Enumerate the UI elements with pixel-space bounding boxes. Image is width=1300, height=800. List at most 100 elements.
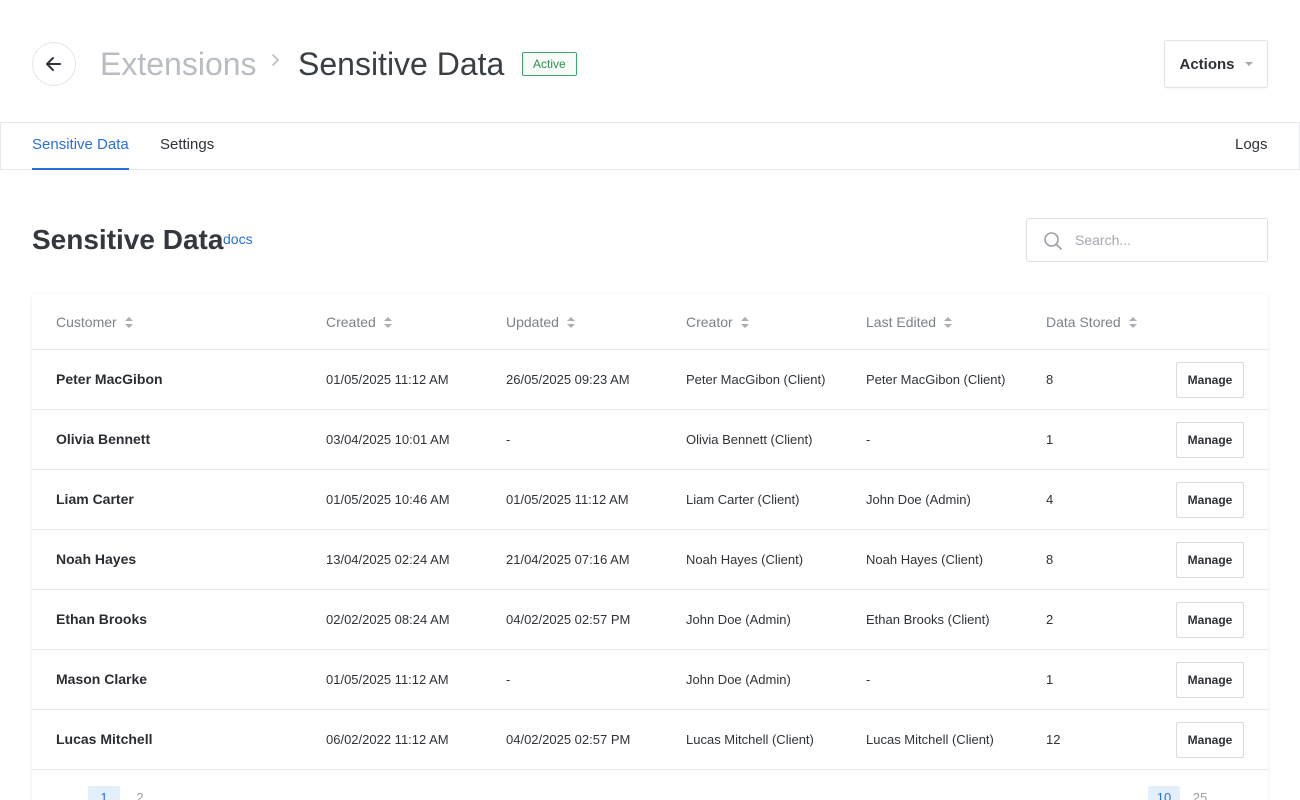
sort-icon xyxy=(124,316,133,328)
actions-dropdown-button[interactable]: Actions xyxy=(1164,40,1268,88)
manage-button[interactable]: Manage xyxy=(1176,602,1244,638)
tab-bar: Sensitive Data Settings Logs xyxy=(0,122,1300,170)
data-stored-count: 4 xyxy=(1046,492,1054,507)
table-row: Peter MacGibon 01/05/2025 11:12 AM 26/05… xyxy=(32,350,1268,410)
customer-name: Ethan Brooks xyxy=(56,611,148,627)
data-stored-count: 8 xyxy=(1046,552,1054,567)
creator: Noah Hayes (Client) xyxy=(686,552,804,567)
created-date: 01/05/2025 11:12 AM xyxy=(326,672,449,687)
arrow-left-icon xyxy=(46,57,61,71)
customer-name: Lucas Mitchell xyxy=(56,731,153,747)
table-row: Mason Clarke 01/05/2025 11:12 AM - John … xyxy=(32,650,1268,710)
page-size-25[interactable]: 25 xyxy=(1184,786,1216,800)
manage-button[interactable]: Manage xyxy=(1176,422,1244,458)
updated-date: 21/04/2025 07:16 AM xyxy=(506,552,630,567)
table-row: Lucas Mitchell 06/02/2022 11:12 AM 04/02… xyxy=(32,710,1268,770)
data-stored-count: 8 xyxy=(1046,372,1054,387)
customer-name: Mason Clarke xyxy=(56,671,148,687)
column-header-last-edited[interactable]: Last Edited xyxy=(866,314,953,330)
created-date: 01/05/2025 10:46 AM xyxy=(326,492,450,507)
last-edited: Noah Hayes (Client) xyxy=(866,552,984,567)
column-label: Creator xyxy=(686,314,733,330)
creator: John Doe (Admin) xyxy=(686,672,791,687)
column-label: Last Edited xyxy=(866,314,937,330)
last-edited: Ethan Brooks (Client) xyxy=(866,612,990,627)
updated-date: 26/05/2025 09:23 AM xyxy=(506,372,630,387)
docs-link[interactable]: docs xyxy=(223,231,253,247)
manage-button[interactable]: Manage xyxy=(1176,482,1244,518)
page-size-10[interactable]: 10 xyxy=(1148,786,1180,800)
data-stored-count: 1 xyxy=(1046,672,1054,687)
created-date: 13/04/2025 02:24 AM xyxy=(326,552,450,567)
creator: Lucas Mitchell (Client) xyxy=(686,732,814,747)
last-edited: - xyxy=(866,432,871,447)
actions-label: Actions xyxy=(1179,55,1235,73)
manage-button[interactable]: Manage xyxy=(1176,362,1244,398)
chevron-right-icon xyxy=(272,54,280,66)
column-header-updated[interactable]: Updated xyxy=(506,314,575,330)
page-title: Sensitive Data xyxy=(298,46,505,82)
last-edited: Peter MacGibon (Client) xyxy=(866,372,1006,387)
breadcrumb-parent-link[interactable]: Extensions xyxy=(100,44,257,84)
sort-icon xyxy=(1128,316,1137,328)
column-label: Created xyxy=(326,314,376,330)
updated-date: 04/02/2025 02:57 PM xyxy=(506,732,631,747)
column-header-customer[interactable]: Customer xyxy=(56,314,133,330)
creator: Liam Carter (Client) xyxy=(686,492,800,507)
creator: John Doe (Admin) xyxy=(686,612,791,627)
search-icon xyxy=(1044,232,1062,250)
last-edited: Lucas Mitchell (Client) xyxy=(866,732,994,747)
last-edited: - xyxy=(866,672,871,687)
data-stored-count: 2 xyxy=(1046,612,1054,627)
sort-icon xyxy=(566,316,575,328)
tab-settings[interactable]: Settings xyxy=(160,123,214,170)
prev-page-icon[interactable]: ‹ xyxy=(58,796,62,800)
customer-name: Olivia Bennett xyxy=(56,431,151,447)
data-stored-count: 12 xyxy=(1046,732,1061,747)
data-table: Customer Created Updated Creator Last Ed… xyxy=(32,294,1268,800)
column-header-data-stored[interactable]: Data Stored xyxy=(1046,314,1137,330)
column-label: Data Stored xyxy=(1046,314,1121,330)
tab-logs[interactable]: Logs xyxy=(1235,123,1268,170)
customer-name: Peter MacGibon xyxy=(56,371,163,387)
customer-name: Liam Carter xyxy=(56,491,134,507)
column-header-created[interactable]: Created xyxy=(326,314,392,330)
page-button-1[interactable]: 1 xyxy=(88,786,120,800)
created-date: 01/05/2025 11:12 AM xyxy=(326,372,449,387)
creator: Peter MacGibon (Client) xyxy=(686,372,826,387)
page-header: Extensions Sensitive Data Active Actions xyxy=(0,0,1300,122)
updated-date: 01/05/2025 11:12 AM xyxy=(506,492,629,507)
table-row: Noah Hayes 13/04/2025 02:24 AM 21/04/202… xyxy=(32,530,1268,590)
search-input[interactable] xyxy=(1075,219,1261,261)
page-button-2[interactable]: 2 xyxy=(124,786,156,800)
table-header: Customer Created Updated Creator Last Ed… xyxy=(32,294,1268,350)
section-title: Sensitive Data xyxy=(32,224,224,255)
status-badge: Active xyxy=(522,52,577,76)
back-button[interactable] xyxy=(32,42,76,86)
customer-name: Noah Hayes xyxy=(56,551,137,567)
manage-button[interactable]: Manage xyxy=(1176,662,1244,698)
next-page-icon[interactable]: › xyxy=(178,796,182,800)
created-date: 06/02/2022 11:12 AM xyxy=(326,732,449,747)
creator: Olivia Bennett (Client) xyxy=(686,432,813,447)
column-header-creator[interactable]: Creator xyxy=(686,314,749,330)
data-stored-count: 1 xyxy=(1046,432,1054,447)
column-label: Customer xyxy=(56,314,117,330)
sort-icon xyxy=(944,316,953,328)
updated-date: - xyxy=(506,672,511,687)
sort-icon xyxy=(740,316,749,328)
table-row: Liam Carter 01/05/2025 10:46 AM 01/05/20… xyxy=(32,470,1268,530)
column-label: Updated xyxy=(506,314,559,330)
search-field[interactable] xyxy=(1026,218,1268,262)
manage-button[interactable]: Manage xyxy=(1176,542,1244,578)
table-row: Ethan Brooks 02/02/2025 08:24 AM 04/02/2… xyxy=(32,590,1268,650)
table-row: Olivia Bennett 03/04/2025 10:01 AM - Oli… xyxy=(32,410,1268,470)
updated-date: - xyxy=(506,432,511,447)
last-edited: John Doe (Admin) xyxy=(866,492,971,507)
created-date: 02/02/2025 08:24 AM xyxy=(326,612,450,627)
tab-sensitive-data[interactable]: Sensitive Data xyxy=(32,123,129,170)
updated-date: 04/02/2025 02:57 PM xyxy=(506,612,631,627)
caret-down-icon xyxy=(1244,62,1253,66)
manage-button[interactable]: Manage xyxy=(1176,722,1244,758)
created-date: 03/04/2025 10:01 AM xyxy=(326,432,450,447)
